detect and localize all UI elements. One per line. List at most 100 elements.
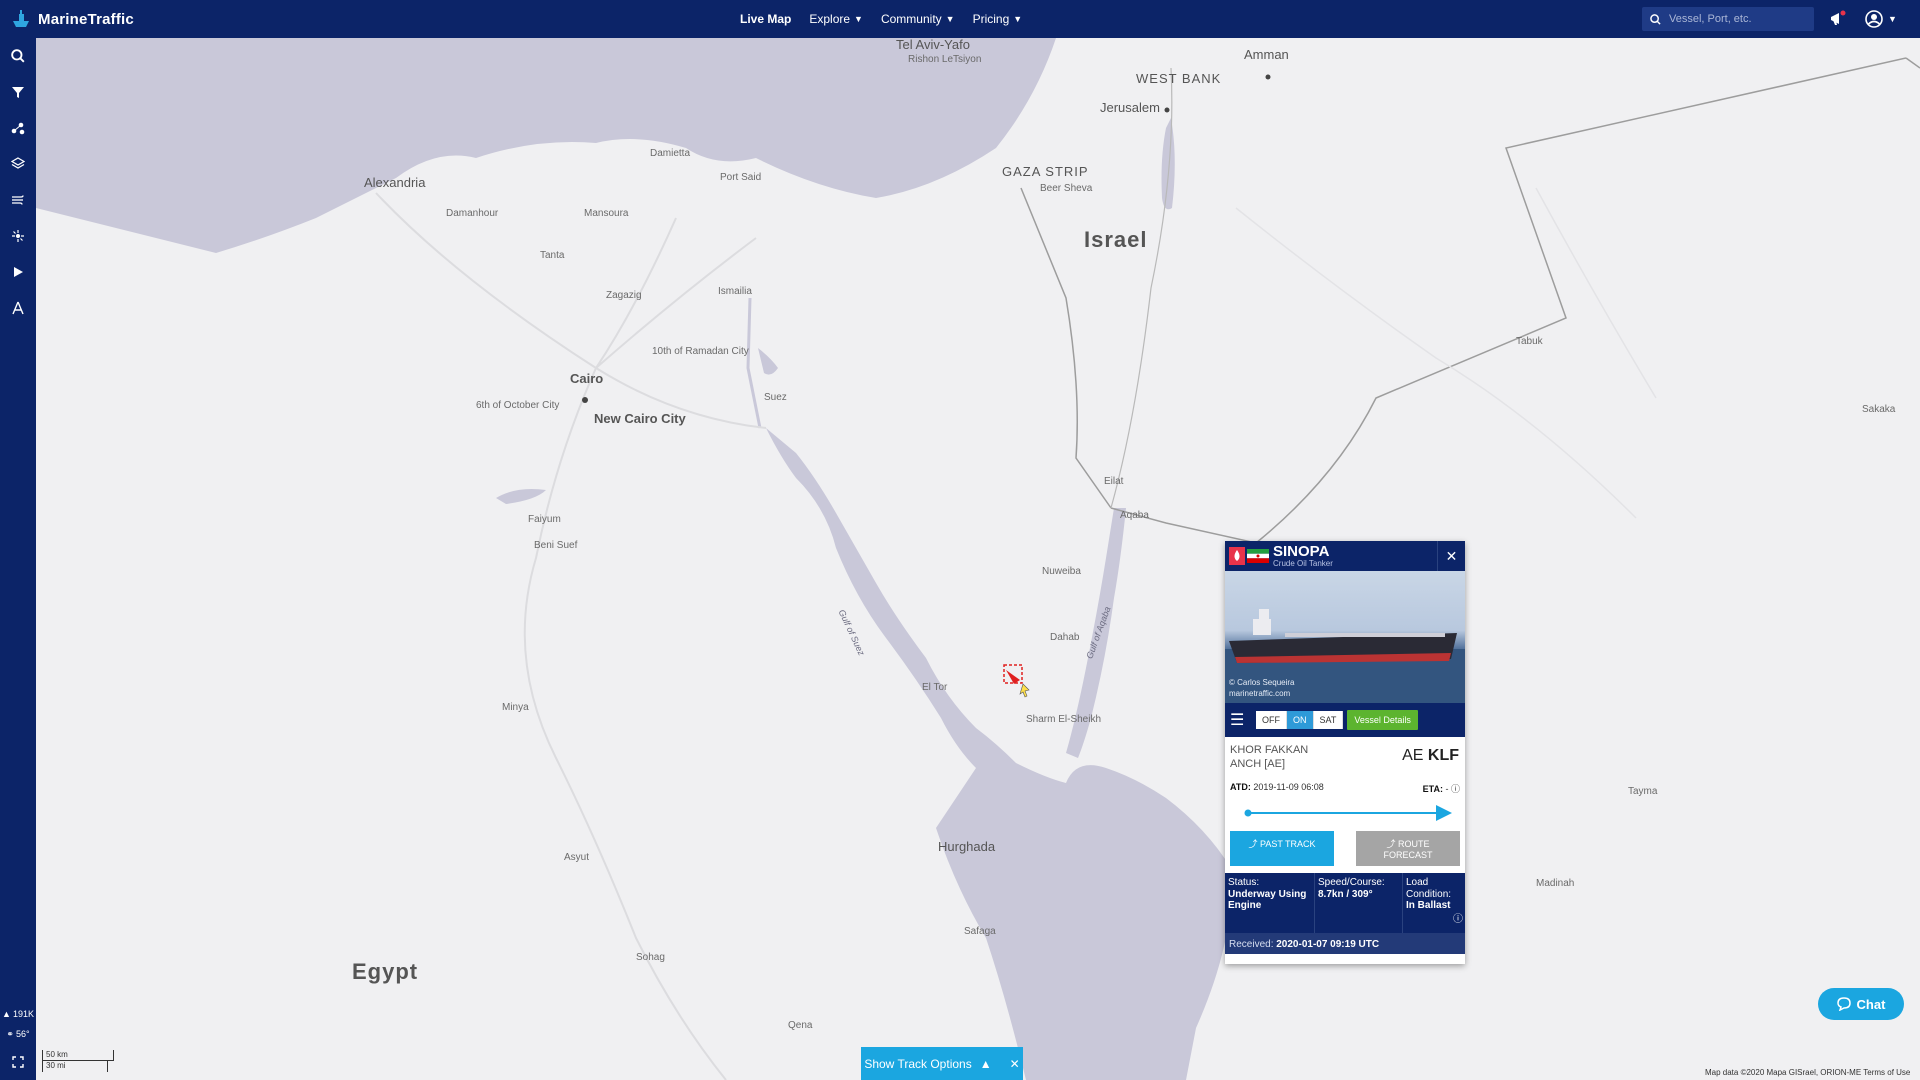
- fullscreen-button[interactable]: [0, 1044, 36, 1080]
- sidebar-filter-button[interactable]: [0, 74, 36, 110]
- scale-mi: 30 mi: [42, 1061, 108, 1072]
- map-label: Damietta: [650, 148, 691, 159]
- nav-explore[interactable]: Explore ▼: [809, 12, 863, 26]
- vessel-name: SINOPA: [1273, 543, 1330, 560]
- measure-compass-icon: [12, 301, 24, 315]
- load-label: Load Condition:: [1406, 877, 1452, 900]
- sidebar-density-button[interactable]: [0, 218, 36, 254]
- past-track-label: PAST TRACK: [1260, 838, 1316, 849]
- route-forecast-button[interactable]: ⤴ ROUTE FORECAST: [1356, 830, 1460, 866]
- eta: ETA: - ⓘ: [1423, 782, 1460, 795]
- sidebar-playback-button[interactable]: [0, 254, 36, 290]
- vessel-details-button[interactable]: Vessel Details: [1347, 710, 1418, 730]
- close-icon[interactable]: ✕: [1010, 1057, 1020, 1071]
- map-label: El Tor: [922, 682, 948, 693]
- speed-label: Speed/Course:: [1318, 877, 1385, 888]
- map-label: Asyut: [564, 852, 590, 863]
- map-attribution[interactable]: Map data ©2020 Mapa GISrael, ORION-ME Te…: [1705, 1068, 1910, 1077]
- map-label: Tanta: [540, 250, 565, 261]
- atd-eta-row: ATD: 2019-11-09 06:08 ETA: - ⓘ: [1230, 782, 1460, 795]
- map-label: New Cairo City: [594, 411, 686, 426]
- sidebar-search-button[interactable]: [0, 38, 36, 74]
- chevron-down-icon: ▼: [945, 14, 955, 24]
- locode: KLF: [1427, 747, 1459, 764]
- map-label: Damanhour: [446, 208, 499, 219]
- chat-button[interactable]: Chat: [1818, 988, 1904, 1020]
- chevron-down-icon: ▼: [1013, 14, 1023, 24]
- show-track-options-button[interactable]: Show Track Options ▲ ✕: [861, 1047, 1023, 1080]
- map-label: Jerusalem: [1100, 100, 1160, 115]
- map-label: Beni Suef: [534, 540, 578, 551]
- iran-flag-icon: [1247, 549, 1269, 563]
- popup-toolbar: ☰ OFF ON SAT Vessel Details: [1225, 703, 1465, 737]
- speed-value: 8.7kn / 309°: [1318, 888, 1373, 900]
- photo-credit-site: marinetraffic.com: [1229, 688, 1291, 698]
- search-box[interactable]: [1642, 7, 1814, 31]
- notifications-megaphone-icon[interactable]: [1828, 9, 1848, 29]
- map-label: Tayma: [1628, 786, 1658, 797]
- search-icon: [1650, 13, 1661, 25]
- scale-km: 50 km: [42, 1050, 114, 1061]
- live-map[interactable]: Tel Aviv-Yafo Rishon LeTsiyon Jerusalem …: [36, 38, 1920, 1080]
- ship-icon: ▲: [2, 1009, 11, 1019]
- info-icon[interactable]: ⓘ: [1453, 914, 1463, 926]
- popup-close-button[interactable]: ✕: [1437, 541, 1465, 571]
- play-icon: [14, 267, 23, 277]
- chat-label: Chat: [1856, 996, 1886, 1012]
- eta-value: -: [1445, 783, 1449, 794]
- status-value: Underway Using Engine: [1228, 888, 1307, 912]
- sidebar-fleet-button[interactable]: [0, 110, 36, 146]
- speed-col: Speed/Course: 8.7kn / 309°: [1315, 873, 1403, 933]
- map-label: Zagazig: [606, 290, 642, 301]
- map-label: Minya: [502, 702, 529, 713]
- user-account-icon[interactable]: [1864, 9, 1884, 29]
- nav-community[interactable]: Community ▼: [881, 12, 955, 26]
- filter-icon: [12, 87, 24, 98]
- nav-live-map[interactable]: Live Map: [740, 12, 791, 26]
- map-label: Faiyum: [528, 514, 561, 525]
- toggle-off[interactable]: OFF: [1256, 711, 1287, 729]
- compass-reading[interactable]: ⚭ 56°: [0, 1024, 36, 1044]
- map-country-label: Israel: [1084, 227, 1148, 252]
- density-icon: [12, 230, 24, 242]
- route-icon: ⤴: [1386, 838, 1396, 849]
- voyage-progress: [1230, 801, 1460, 825]
- sidebar-weather-button[interactable]: [0, 182, 36, 218]
- status-panel: Status: Underway Using Engine Speed/Cour…: [1225, 873, 1465, 933]
- vessel-photo[interactable]: © Carlos Sequeira marinetraffic.com: [1225, 571, 1465, 703]
- weather-wind-icon: [12, 195, 24, 205]
- sidebar-layers-button[interactable]: [0, 146, 36, 182]
- map-label: 10th of Ramadan City: [652, 346, 749, 357]
- status-col: Status: Underway Using Engine: [1225, 873, 1315, 933]
- map-tools-sidebar: ▲ 191K ⚭ 56°: [0, 38, 36, 1080]
- popup-header: SINOPA Crude Oil Tanker ✕: [1225, 541, 1465, 571]
- brand-name: MarineTraffic: [38, 10, 134, 28]
- map-label: Sakaka: [1862, 404, 1896, 415]
- past-track-button[interactable]: ⤴ PAST TRACK: [1230, 830, 1334, 866]
- map-label: Alexandria: [364, 175, 426, 190]
- info-icon[interactable]: ⓘ: [1451, 784, 1460, 794]
- received-time: Received: 2020-01-07 09:19 UTC: [1225, 933, 1465, 954]
- voyage-progress-arrow: [1244, 804, 1452, 821]
- voyage-section: KHOR FAKKAN ANCH [AE] AE KLF ATD: 2019-1…: [1225, 737, 1465, 873]
- brand-logo[interactable]: MarineTraffic: [0, 8, 740, 30]
- received-label: Received:: [1229, 939, 1274, 950]
- search-input[interactable]: [1669, 13, 1809, 25]
- vessel-count: ▲ 191K: [0, 1004, 36, 1024]
- chevron-down-icon[interactable]: ▼: [1888, 14, 1897, 24]
- toggle-on[interactable]: ON: [1287, 711, 1314, 729]
- map-label: GAZA STRIP: [1002, 164, 1089, 179]
- tanker-type-icon: [1229, 547, 1245, 565]
- map-label: Ismailia: [718, 286, 752, 297]
- map-label: Sharm El-Sheikh: [1026, 714, 1102, 725]
- sidebar-measure-button[interactable]: [0, 290, 36, 326]
- track-buttons: ⤴ PAST TRACK ⤴ ROUTE FORECAST: [1230, 830, 1460, 866]
- nav-pricing[interactable]: Pricing ▼: [973, 12, 1023, 26]
- hamburger-menu-icon[interactable]: ☰: [1230, 710, 1252, 730]
- map-label: Amman: [1244, 47, 1289, 62]
- chevron-up-icon: ▲: [979, 1056, 992, 1071]
- vessel-type: Crude Oil Tanker: [1273, 559, 1333, 568]
- map-label: 6th of October City: [476, 400, 560, 411]
- toggle-sat[interactable]: SAT: [1313, 711, 1344, 729]
- top-navbar: MarineTraffic Live Map Explore ▼ Communit…: [0, 0, 1920, 38]
